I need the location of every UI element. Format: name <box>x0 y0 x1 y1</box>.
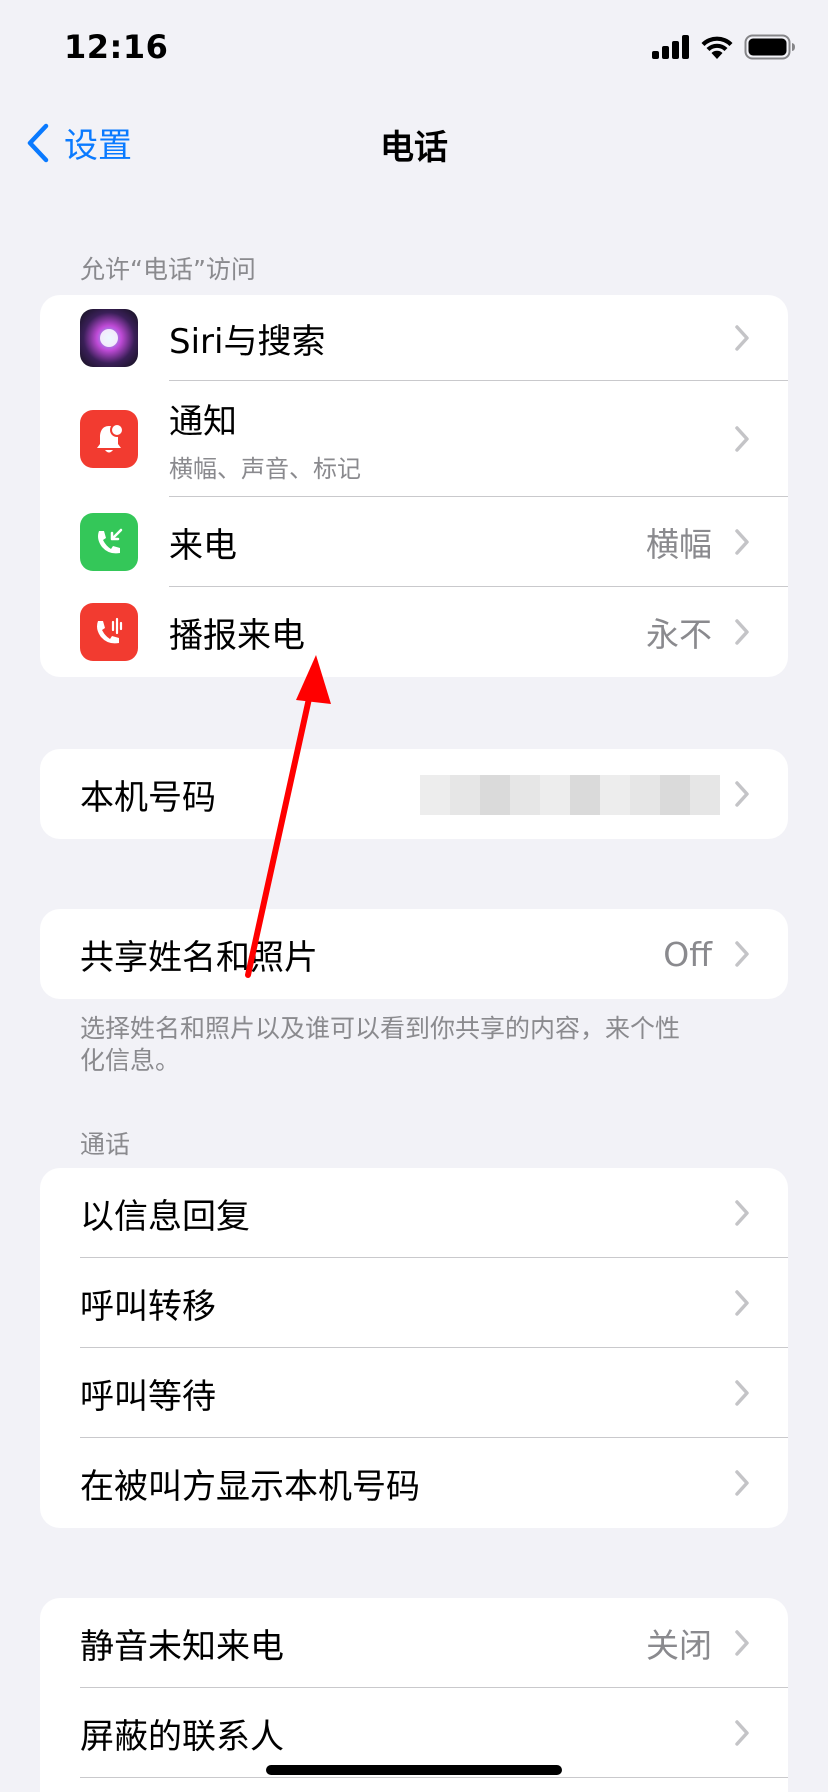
row-announce-calls[interactable]: 播报来电 永不 <box>40 587 788 677</box>
status-time: 12:16 <box>64 28 169 66</box>
row-label: 静音未知来电 <box>80 1626 284 1667</box>
battery-icon <box>744 34 795 60</box>
row-value: Off <box>663 934 712 974</box>
chevron-right-icon <box>735 1630 749 1656</box>
row-value: 关闭 <box>646 1626 712 1665</box>
cellular-signal-icon <box>652 35 689 59</box>
silence-group: 静音未知来电 关闭 屏蔽的联系人 <box>40 1598 788 1792</box>
share-group: 共享姓名和照片 Off <box>40 909 788 999</box>
announce-call-icon <box>80 603 138 661</box>
status-bar: 12:16 <box>0 0 828 100</box>
row-label: 共享姓名和照片 <box>80 937 318 978</box>
row-siri-search[interactable]: Siri与搜索 <box>40 295 788 381</box>
calls-group: 以信息回复 呼叫转移 呼叫等待 在被叫方显示本机号码 <box>40 1168 788 1528</box>
my-number-group: 本机号码 <box>40 749 788 839</box>
row-label: 本机号码 <box>80 777 216 818</box>
row-sublabel: 横幅、声音、标记 <box>169 455 361 483</box>
row-label: 呼叫等待 <box>80 1376 216 1417</box>
row-call-waiting[interactable]: 呼叫等待 <box>40 1348 788 1438</box>
section-header-access: 允许“电话”访问 <box>80 255 256 284</box>
row-notifications[interactable]: 通知 横幅、声音、标记 <box>40 381 788 497</box>
row-label: 来电 <box>169 525 237 566</box>
row-show-caller-id[interactable]: 在被叫方显示本机号码 <box>40 1438 788 1528</box>
page-title: 电话 <box>380 128 448 168</box>
row-share-name-photo[interactable]: 共享姓名和照片 Off <box>40 909 788 999</box>
incoming-call-icon <box>80 513 138 571</box>
row-incoming-calls[interactable]: 来电 横幅 <box>40 497 788 587</box>
row-label: 在被叫方显示本机号码 <box>80 1466 420 1507</box>
row-silence-unknown-callers[interactable]: 静音未知来电 关闭 <box>40 1598 788 1688</box>
siri-icon <box>80 309 138 367</box>
row-my-number[interactable]: 本机号码 <box>40 749 788 839</box>
wifi-icon <box>701 36 733 59</box>
row-label: 呼叫转移 <box>80 1286 216 1327</box>
status-icons <box>652 34 796 60</box>
chevron-right-icon <box>735 1470 749 1496</box>
redacted-phone-number <box>420 775 720 815</box>
chevron-right-icon <box>735 325 749 351</box>
row-label: 以信息回复 <box>80 1196 250 1237</box>
notification-bell-icon <box>80 410 138 468</box>
row-call-forwarding[interactable]: 呼叫转移 <box>40 1258 788 1348</box>
chevron-right-icon <box>735 1200 749 1226</box>
chevron-right-icon <box>735 529 749 555</box>
chevron-right-icon <box>735 1290 749 1316</box>
chevron-right-icon <box>735 1380 749 1406</box>
chevron-right-icon <box>735 1720 749 1746</box>
row-label: 通知 <box>169 402 237 442</box>
chevron-right-icon <box>735 426 749 452</box>
access-group: Siri与搜索 通知 横幅、声音、标记 来电 横幅 播报来电 永不 <box>40 295 788 677</box>
row-label: 屏蔽的联系人 <box>80 1716 284 1757</box>
section-footer-share: 选择姓名和照片以及谁可以看到你共享的内容，来个性化信息。 <box>80 1014 681 1075</box>
chevron-right-icon <box>735 781 749 807</box>
navigation-bar: 设置 电话 <box>0 100 828 184</box>
row-value: 永不 <box>646 615 712 654</box>
row-value: 横幅 <box>646 525 712 564</box>
chevron-right-icon <box>735 941 749 967</box>
row-label: Siri与搜索 <box>169 321 326 362</box>
section-header-calls: 通话 <box>80 1130 131 1159</box>
chevron-right-icon <box>735 619 749 645</box>
row-respond-with-text[interactable]: 以信息回复 <box>40 1168 788 1258</box>
home-indicator <box>266 1765 562 1775</box>
row-label: 播报来电 <box>169 615 305 656</box>
